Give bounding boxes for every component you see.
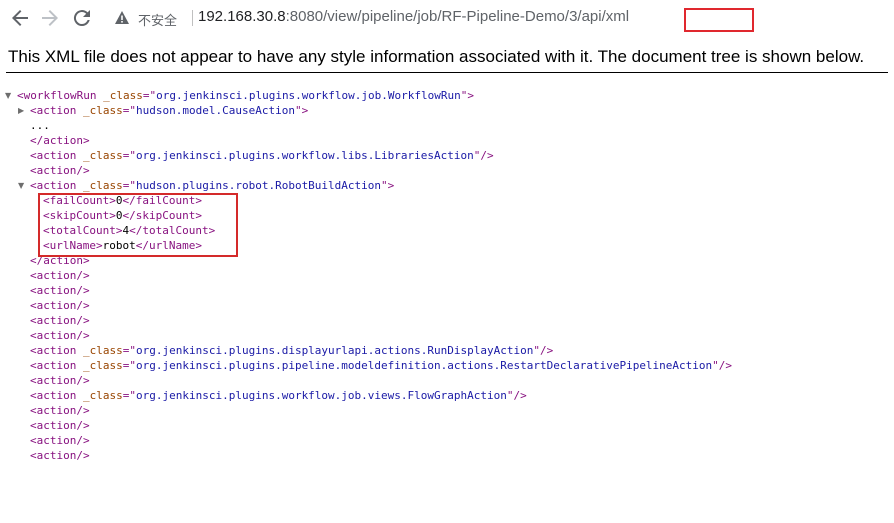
xml-action-libraries: <action _class="org.jenkinsci.plugins.wo…: [30, 149, 494, 162]
address-bar[interactable]: 不安全 192.168.30.8:8080/view/pipeline/job/…: [104, 3, 894, 33]
expand-triangle-icon[interactable]: ▼: [18, 178, 24, 193]
xml-tree: ▼ <workflowRun _class="org.jenkinsci.plug…: [0, 88, 894, 523]
collapse-triangle-icon[interactable]: ▶: [18, 103, 24, 118]
url-path: :8080/view/pipeline/job/RF-Pipeline-Demo…: [285, 8, 578, 25]
xml-action-cause[interactable]: ▶ <action _class="hudson.model.CauseActio…: [18, 103, 308, 118]
xml-empty-action: <action/>: [30, 374, 90, 387]
robot-fields-highlight-box: [38, 193, 238, 257]
forward-arrow-icon[interactable]: [38, 6, 62, 30]
xml-empty-action: <action/>: [30, 404, 90, 417]
xml-empty-action: <action/>: [30, 419, 90, 432]
xml-root-open[interactable]: ▼ <workflowRun _class="org.jenkinsci.plug…: [5, 88, 474, 103]
xml-empty-action: <action/>: [30, 314, 90, 327]
url-host: 192.168.30.8: [198, 8, 286, 25]
warning-icon[interactable]: [114, 10, 130, 26]
xml-action-restart: <action _class="org.jenkinsci.plugins.pi…: [30, 359, 733, 372]
url-text[interactable]: 192.168.30.8:8080/view/pipeline/job/RF-P…: [198, 8, 629, 25]
xml-empty-action: <action/>: [30, 164, 90, 177]
xml-action-display: <action _class="org.jenkinsci.plugins.di…: [30, 344, 554, 357]
xml-ellipsis: ...: [30, 119, 50, 132]
xml-action-flowgraph: <action _class="org.jenkinsci.plugins.wo…: [30, 389, 527, 402]
url-suffix: /api/xml: [577, 8, 630, 25]
divider: [192, 10, 193, 26]
banner-divider: [6, 72, 888, 73]
security-label[interactable]: 不安全: [138, 10, 177, 29]
xml-empty-action: <action/>: [30, 269, 90, 282]
xml-empty-action: <action/>: [30, 329, 90, 342]
xml-action-robot[interactable]: ▼ <action _class="hudson.plugins.robot.Ro…: [18, 178, 394, 193]
reload-icon[interactable]: [70, 6, 94, 30]
expand-triangle-icon[interactable]: ▼: [5, 88, 11, 103]
browser-toolbar: 不安全 192.168.30.8:8080/view/pipeline/job/…: [0, 0, 894, 36]
url-highlight-box: [684, 8, 754, 32]
xml-empty-action: <action/>: [30, 284, 90, 297]
xml-empty-action: <action/>: [30, 434, 90, 447]
banner-text: This XML file does not appear to have an…: [8, 47, 865, 66]
back-arrow-icon[interactable]: [8, 6, 32, 30]
xml-empty-action: <action/>: [30, 299, 90, 312]
xml-action-close: </action>: [30, 134, 90, 147]
xml-info-banner: This XML file does not appear to have an…: [0, 44, 894, 73]
